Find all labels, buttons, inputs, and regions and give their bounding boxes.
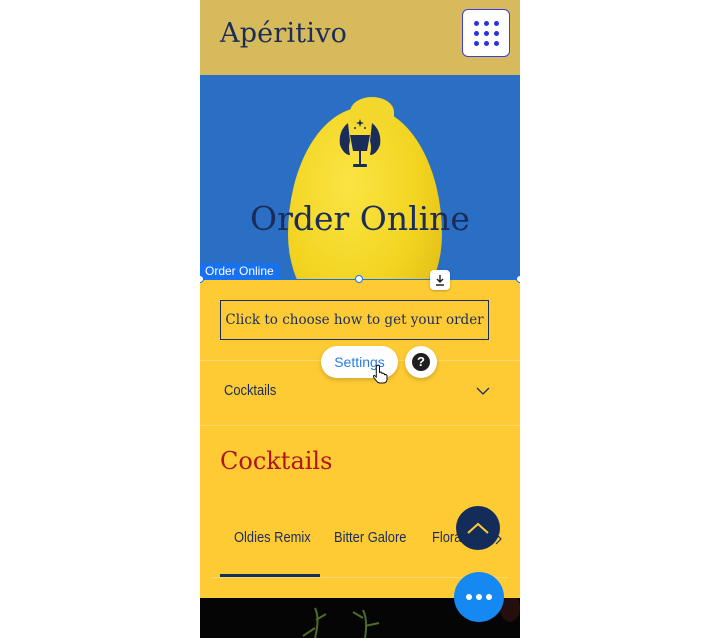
grid-dot: [473, 40, 479, 46]
tab-oldies-remix[interactable]: Oldies Remix: [234, 529, 311, 546]
grid-menu-button[interactable]: [462, 9, 510, 57]
chat-more-button[interactable]: [454, 572, 504, 622]
hand-cursor-icon: [373, 364, 388, 384]
grid-dot: [493, 30, 499, 36]
hero-title: Order Online: [250, 199, 470, 238]
scroll-to-top-button[interactable]: [456, 506, 500, 550]
grid-menu-icon: [473, 20, 479, 26]
resize-handle-top[interactable]: [355, 275, 363, 283]
dot: [486, 594, 492, 600]
grid-dot: [493, 20, 499, 26]
site-preview: Apéritivo Order Online Order Online Clic…: [200, 0, 520, 638]
section-title: Cocktails: [220, 447, 333, 475]
grid-dot: [483, 20, 489, 26]
tab-bitter-galore[interactable]: Bitter Galore: [334, 529, 406, 546]
grid-dot: [483, 40, 489, 46]
choose-order-type-button[interactable]: Click to choose how to get your order: [220, 300, 489, 340]
resize-handle-left[interactable]: [200, 275, 204, 283]
chevron-down-icon: [476, 387, 490, 395]
chevron-up-icon: [467, 522, 489, 534]
download-button[interactable]: [430, 270, 450, 290]
help-icon: ?: [412, 353, 430, 371]
divider: [200, 425, 520, 426]
grid-dot: [493, 40, 499, 46]
grid-dot: [483, 30, 489, 36]
site-header: Apéritivo: [200, 0, 520, 75]
menu-dropdown-value: Cocktails: [224, 382, 277, 399]
hero-banner: Order Online: [200, 75, 520, 280]
selection-label[interactable]: Order Online: [200, 263, 279, 279]
help-button[interactable]: ?: [405, 346, 437, 378]
winged-goblet-icon: [339, 119, 381, 167]
grid-dot: [473, 30, 479, 36]
resize-handle-right[interactable]: [516, 275, 520, 283]
download-icon: [436, 275, 444, 286]
dot: [476, 594, 482, 600]
more-dots-icon: [466, 594, 472, 600]
site-logo[interactable]: Apéritivo: [220, 18, 347, 49]
